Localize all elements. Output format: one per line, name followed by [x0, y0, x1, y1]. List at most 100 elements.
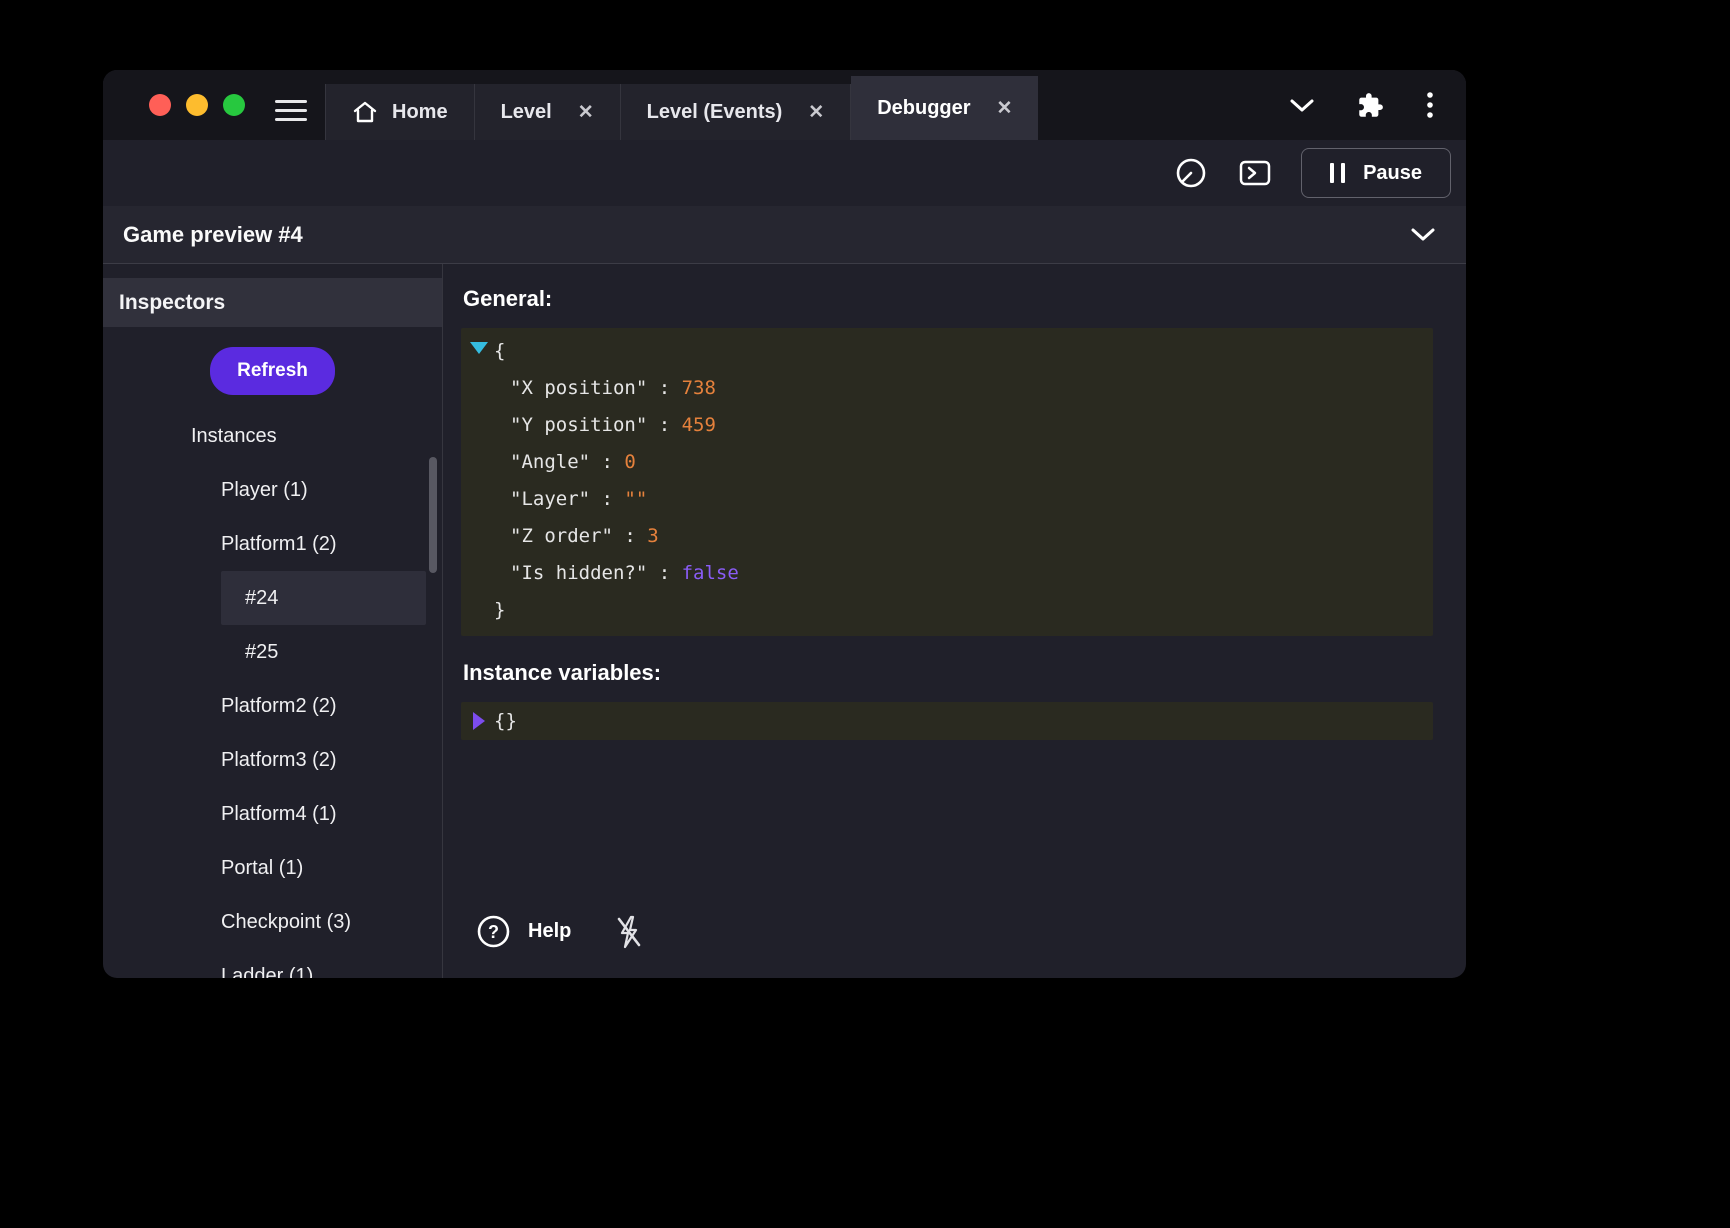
- refresh-wrap: Refresh: [103, 327, 442, 409]
- tab-home[interactable]: Home: [325, 84, 475, 140]
- json-token-plain: :: [590, 488, 624, 510]
- pause-button[interactable]: Pause: [1301, 148, 1451, 198]
- inspector-item-portal-1[interactable]: Portal (1): [103, 841, 442, 895]
- instance-variables-title: Instance variables:: [463, 660, 1433, 686]
- console-icon[interactable]: [1237, 157, 1273, 189]
- inspector-item-label: Platform3 (2): [221, 749, 337, 772]
- maximize-window-button[interactable]: [223, 94, 245, 116]
- close-tab-icon[interactable]: ✕: [578, 101, 594, 124]
- json-token-number: 459: [682, 414, 716, 436]
- extensions-puzzle-icon[interactable]: [1357, 92, 1384, 119]
- profiler-gauge-icon[interactable]: [1173, 155, 1209, 191]
- json-token-plain: :: [647, 562, 681, 584]
- flash-off-icon[interactable]: [613, 914, 645, 950]
- desktop-background: Home Level ✕ Level (Events) ✕ Debugger ✕: [0, 0, 1730, 1228]
- tab-label: Level (Events): [647, 101, 783, 124]
- app-window: Home Level ✕ Level (Events) ✕ Debugger ✕: [103, 70, 1466, 978]
- close-tab-icon[interactable]: ✕: [808, 101, 824, 124]
- tab-level[interactable]: Level ✕: [475, 84, 621, 140]
- json-token-plain: {: [494, 340, 505, 362]
- inspector-detail-panel: General: {"X position" : 738 "Y position"…: [443, 264, 1466, 978]
- titlebar: Home Level ✕ Level (Events) ✕ Debugger ✕: [103, 70, 1466, 140]
- inspector-item-label: #25: [245, 641, 278, 664]
- inspector-item-label: Checkpoint (3): [221, 911, 351, 934]
- inspector-item-player-1[interactable]: Player (1): [103, 463, 442, 517]
- inspector-item-#24[interactable]: #24: [221, 571, 426, 625]
- traffic-lights: [149, 94, 245, 116]
- tab-debugger[interactable]: Debugger ✕: [851, 76, 1038, 140]
- json-line: "Layer" : "": [461, 481, 1433, 518]
- json-token-plain: }: [494, 599, 505, 621]
- inspector-item-checkpoint-3[interactable]: Checkpoint (3): [103, 895, 442, 949]
- inspector-item-ladder-1[interactable]: Ladder (1): [103, 949, 442, 978]
- hamburger-menu-icon[interactable]: [275, 100, 307, 121]
- home-icon: [352, 100, 378, 124]
- json-token-plain: :: [613, 525, 647, 547]
- debugger-toolbar: Pause: [103, 140, 1466, 206]
- json-token-number: 0: [624, 451, 635, 473]
- tab-strip: Home Level ✕ Level (Events) ✕ Debugger ✕: [325, 70, 1038, 140]
- chevron-down-icon[interactable]: [1289, 97, 1315, 113]
- tab-label: Home: [392, 101, 448, 124]
- json-line: "Is hidden?" : false: [461, 555, 1433, 592]
- json-token-plain: :: [647, 377, 681, 399]
- chevron-down-icon[interactable]: [1410, 227, 1436, 242]
- json-token-boolean: false: [682, 562, 739, 584]
- close-tab-icon[interactable]: ✕: [997, 97, 1013, 120]
- json-line: {: [461, 333, 1433, 370]
- inspector-item-platform3-2[interactable]: Platform3 (2): [103, 733, 442, 787]
- tab-label: Debugger: [877, 97, 970, 120]
- content: Inspectors Refresh Instances Player (1) Pl…: [103, 264, 1466, 978]
- json-token-plain: :: [647, 414, 681, 436]
- svg-text:?: ?: [488, 922, 499, 942]
- general-section-title: General:: [463, 286, 1433, 312]
- inspector-item-platform4-1[interactable]: Platform4 (1): [103, 787, 442, 841]
- inspector-item-label: Portal (1): [221, 857, 303, 880]
- kebab-menu-icon[interactable]: [1426, 90, 1434, 120]
- general-json-tree: {"X position" : 738"Y position" : 459"An…: [461, 328, 1433, 636]
- inspector-item-#25[interactable]: #25: [103, 625, 442, 679]
- json-line: "Y position" : 459: [461, 407, 1433, 444]
- json-line: "Angle" : 0: [461, 444, 1433, 481]
- expand-triangle-icon[interactable]: [473, 712, 485, 730]
- json-token-key: "Angle": [510, 451, 590, 473]
- json-token-number: 3: [647, 525, 658, 547]
- titlebar-right: [1289, 70, 1434, 140]
- inspectors-list: Instances Player (1) Platform1 (2) #24 #25 Pl…: [103, 409, 442, 978]
- general-json-lines: {"X position" : 738"Y position" : 459"An…: [461, 333, 1433, 629]
- json-token-string: "": [624, 488, 647, 510]
- tab-level-events[interactable]: Level (Events) ✕: [621, 84, 852, 140]
- json-line: }: [461, 592, 1433, 629]
- inspector-item-platform2-2[interactable]: Platform2 (2): [103, 679, 442, 733]
- inspector-item-platform1-2[interactable]: Platform1 (2): [103, 517, 442, 571]
- json-token-key: "X position": [510, 377, 647, 399]
- sidebar-scrollbar[interactable]: [429, 457, 437, 573]
- help-circle-icon[interactable]: ?: [475, 913, 512, 950]
- pause-button-label: Pause: [1363, 162, 1422, 185]
- tab-label: Level: [501, 101, 552, 124]
- inspector-item-label: #24: [245, 587, 278, 610]
- json-token-plain: :: [590, 451, 624, 473]
- refresh-button[interactable]: Refresh: [210, 347, 335, 395]
- inspectors-header: Inspectors: [103, 278, 442, 327]
- inspector-item-label: Platform2 (2): [221, 695, 337, 718]
- inspector-item-instances[interactable]: Instances: [103, 409, 442, 463]
- json-token-key: "Is hidden?": [510, 562, 647, 584]
- json-token-key: "Layer": [510, 488, 590, 510]
- help-label[interactable]: Help: [528, 920, 571, 943]
- pause-icon: [1330, 163, 1345, 183]
- json-line: "Z order" : 3: [461, 518, 1433, 555]
- collapse-triangle-icon[interactable]: [470, 342, 488, 354]
- json-token-key: "Y position": [510, 414, 647, 436]
- inspector-item-label: Platform1 (2): [221, 533, 337, 556]
- help-row: ? Help: [461, 913, 1433, 964]
- minimize-window-button[interactable]: [186, 94, 208, 116]
- inspectors-sidebar: Inspectors Refresh Instances Player (1) Pl…: [103, 264, 443, 978]
- preview-title: Game preview #4: [123, 222, 303, 248]
- json-token-key: "Z order": [510, 525, 613, 547]
- inspector-item-label: Player (1): [221, 479, 308, 502]
- json-token-number: 738: [682, 377, 716, 399]
- close-window-button[interactable]: [149, 94, 171, 116]
- preview-header[interactable]: Game preview #4: [103, 206, 1466, 264]
- instance-variables-value: {}: [461, 706, 1433, 736]
